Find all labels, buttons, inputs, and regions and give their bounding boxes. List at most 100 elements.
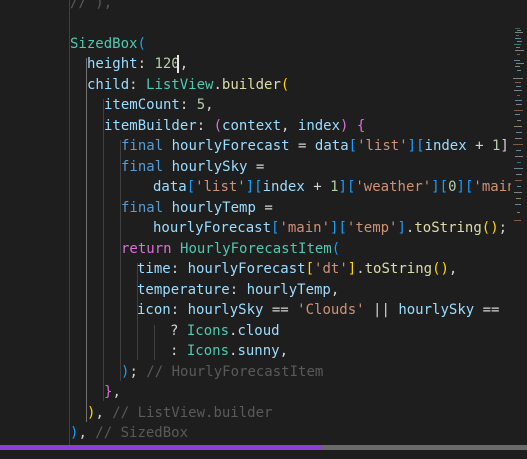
code-token: hourlyForecast <box>171 138 290 154</box>
code-token: : <box>170 302 188 318</box>
code-token: 1 <box>330 179 339 195</box>
code-token: 'weather' <box>355 179 432 195</box>
minimap-line <box>516 150 521 152</box>
code-token: 5 <box>196 97 206 113</box>
minimap-line <box>516 198 521 200</box>
code-token: context <box>222 118 282 134</box>
minimap-line <box>517 186 521 188</box>
minimap-line <box>516 86 521 88</box>
code-token: ]; <box>500 138 511 154</box>
code-token: , <box>281 118 298 134</box>
code-token: final <box>121 200 164 216</box>
code-token: final <box>121 138 164 154</box>
code-token: [ <box>186 179 196 195</box>
minimap-line <box>513 78 523 80</box>
minimap-line <box>516 63 524 65</box>
minimap-line <box>514 44 521 46</box>
minimap-line <box>517 162 521 164</box>
code-line-20: ), // SizedBox <box>0 423 188 444</box>
code-line-13: temperature: hourlyTemp, <box>0 280 339 301</box>
code-token: , <box>112 384 121 400</box>
code-token: , <box>279 343 289 359</box>
code-token: itemBuilder <box>104 118 197 134</box>
code-line-14: icon: hourlySky == 'Clouds' || hourlySky… <box>0 300 511 321</box>
minimap-line <box>516 35 519 37</box>
code-token: . <box>213 77 222 93</box>
code-token: Icons <box>186 343 230 359</box>
code-line-12: time: hourlyForecast['dt'].toString(), <box>0 259 457 280</box>
code-token: cloud <box>237 323 280 339</box>
horizontal-scrollbar[interactable] <box>0 445 527 459</box>
minimap-line <box>515 82 521 84</box>
minimap-line <box>515 180 522 182</box>
code-token: () <box>481 220 499 236</box>
minimap-line <box>514 90 522 92</box>
code-token: // HourlyForecastItem <box>146 364 324 380</box>
code-token: 'dt' <box>314 261 348 277</box>
code-token: ; <box>129 364 147 380</box>
code-token: Icons <box>186 323 230 339</box>
code-token: ] <box>338 179 347 195</box>
code-line-17: ); // HourlyForecastItem <box>0 362 323 383</box>
code-token: ] <box>245 179 255 195</box>
code-line-0: // ), <box>0 0 112 14</box>
code-token: hourlySky <box>171 159 248 175</box>
code-token: temperature <box>137 282 230 298</box>
minimap-line <box>515 38 521 40</box>
minimap-line <box>517 120 521 122</box>
minimap-line <box>517 212 520 214</box>
code-token: : <box>170 261 188 277</box>
code-token: data <box>153 179 187 195</box>
code-token: 'list' <box>357 138 408 154</box>
code-token: final <box>121 159 164 175</box>
minimap-line <box>517 41 522 43</box>
minimap-line <box>514 168 523 170</box>
code-token: SizedBox <box>70 36 138 52</box>
code-token: [ <box>254 179 263 195</box>
code-token: time <box>137 261 171 277</box>
minimap-line <box>514 192 522 194</box>
scrollbar-thumb[interactable] <box>0 445 322 450</box>
code-token: return <box>121 241 172 257</box>
code-token: ] <box>456 179 465 195</box>
code-token: hourlySky <box>187 302 264 318</box>
code-token: : <box>196 118 214 134</box>
code-token: ? <box>170 323 187 339</box>
code-token: 'Clouds' <box>297 302 365 318</box>
code-token: hourlySky <box>398 302 475 318</box>
minimap-line <box>517 30 521 32</box>
code-line-3: child: ListView.builder( <box>0 75 289 96</box>
minimap-line <box>514 60 520 62</box>
minimap-line <box>515 204 521 206</box>
code-line-7: final hourlySky = <box>0 157 264 178</box>
minimap-line <box>515 50 524 52</box>
minimap-line <box>517 70 521 72</box>
code-token: 0 <box>448 179 457 195</box>
code-token: ( <box>280 77 290 93</box>
minimap-line <box>515 156 523 158</box>
code-token: ( <box>213 118 223 134</box>
code-token: index <box>262 179 305 195</box>
code-token: child <box>87 77 130 93</box>
minimap[interactable] <box>511 0 527 445</box>
minimap-line <box>517 95 520 97</box>
code-editor[interactable]: // ), SizedBox( height: 120, child: List… <box>0 0 511 445</box>
code-token: hourlyForecast <box>153 220 272 236</box>
code-token: [ <box>439 179 449 195</box>
code-token: [ <box>416 138 425 154</box>
code-token: || <box>364 302 399 318</box>
minimap-line <box>514 220 521 222</box>
minimap-line <box>514 110 523 112</box>
code-token: : <box>170 343 187 359</box>
code-token: . <box>356 261 365 277</box>
code-token: sunny <box>237 343 280 359</box>
code-token: toString <box>414 220 482 236</box>
minimap-line <box>516 47 520 49</box>
code-token: + <box>466 138 492 154</box>
code-token: + <box>304 179 331 195</box>
code-line-8: data['list'][index + 1]['weather'][0]['m… <box>0 177 511 198</box>
code-token: == <box>474 302 508 318</box>
